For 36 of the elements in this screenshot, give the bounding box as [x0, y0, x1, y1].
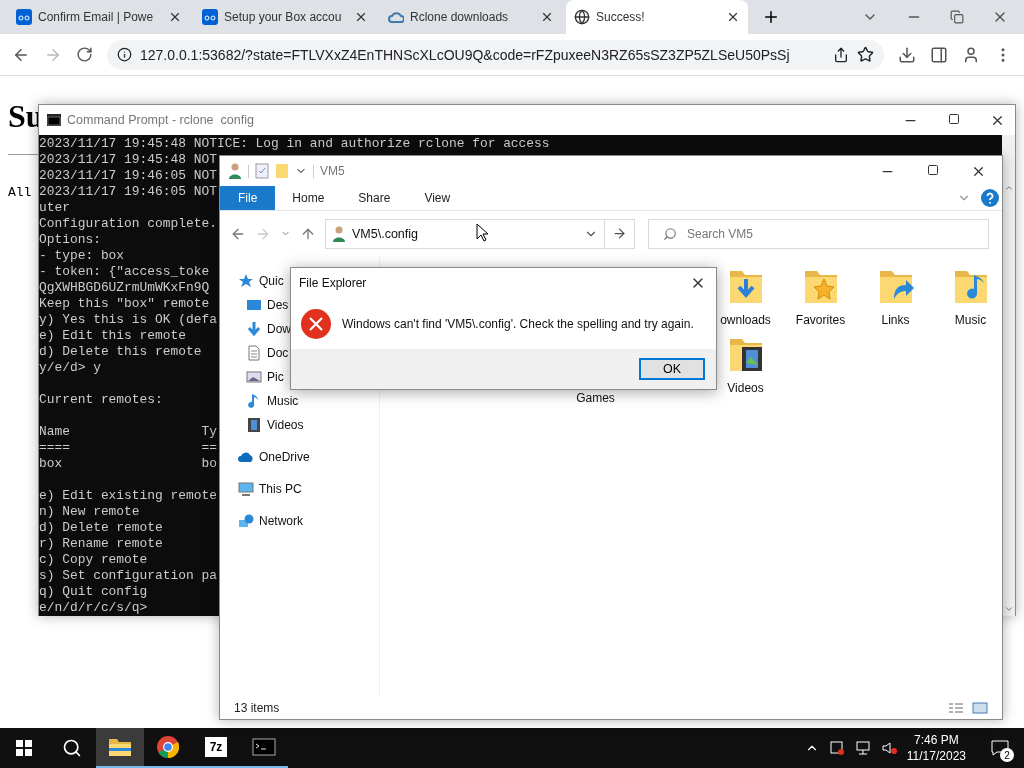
archive-icon: 7z	[205, 737, 227, 757]
console-line: d) Delete remote	[39, 520, 163, 536]
console-line: Name Ty	[39, 424, 217, 440]
url-text: 127.0.0.1:53682/?state=FTLVXxZ4EnTHNScXLcOU9Q&code=rFZpuxeeN3RZ65sSZ3ZP5ZLSeU50PsSj	[140, 46, 790, 63]
console-line: n) New remote	[39, 504, 140, 520]
console-line: c) Copy remote	[39, 552, 148, 568]
status-text: 13 items	[234, 701, 280, 715]
console-line: e/n/d/r/c/s/q>	[39, 600, 148, 616]
dialog-title: File Explorer	[299, 276, 367, 290]
console-line: Keep this "box" remote	[39, 296, 210, 312]
console-line: 2023/11/17 19:45:48 NOT	[39, 152, 217, 168]
console-line: r) Rename remote	[39, 536, 163, 552]
console-line: e) Edit existing remote	[39, 488, 217, 504]
console-line: box bo	[39, 456, 217, 472]
console-line: uter	[39, 200, 70, 216]
console-line: Options:	[39, 232, 101, 248]
notification-count: 2	[1000, 748, 1014, 762]
console-line: e) Edit this remote	[39, 328, 186, 344]
console-line: ==== ==	[39, 440, 217, 456]
console-line: 2023/11/17 19:46:05 NOT	[39, 168, 217, 184]
console-line: y/e/d> y	[39, 360, 101, 376]
console-line: 2023/11/17 19:45:48 NOTICE: Log in and authorize rclone for access	[39, 136, 550, 152]
page-text: All	[8, 185, 32, 200]
console-line: y) Yes this is OK (defa	[39, 312, 217, 328]
console-line: s) Set configuration pa	[39, 568, 217, 584]
console-line: - token: {"access_toke	[39, 264, 210, 280]
window-title: Command Prompt - rclone config	[67, 113, 254, 127]
console-line: d) Delete this remote	[39, 344, 202, 360]
console-line: q) Quit config	[39, 584, 148, 600]
dialog-message: Windows can't find 'VM5\.config'. Check the spelling and try again.	[342, 316, 694, 331]
window-title: VM5	[320, 164, 345, 178]
console-line: Configuration complete.	[39, 216, 217, 232]
console-line: Current remotes:	[39, 392, 163, 408]
console-line: 2023/11/17 19:46:05 NOT	[39, 184, 217, 200]
console-line: - type: box	[39, 248, 125, 264]
console-line: QgXWHBGD6UZrmUmWKxFn9Q	[39, 280, 210, 296]
